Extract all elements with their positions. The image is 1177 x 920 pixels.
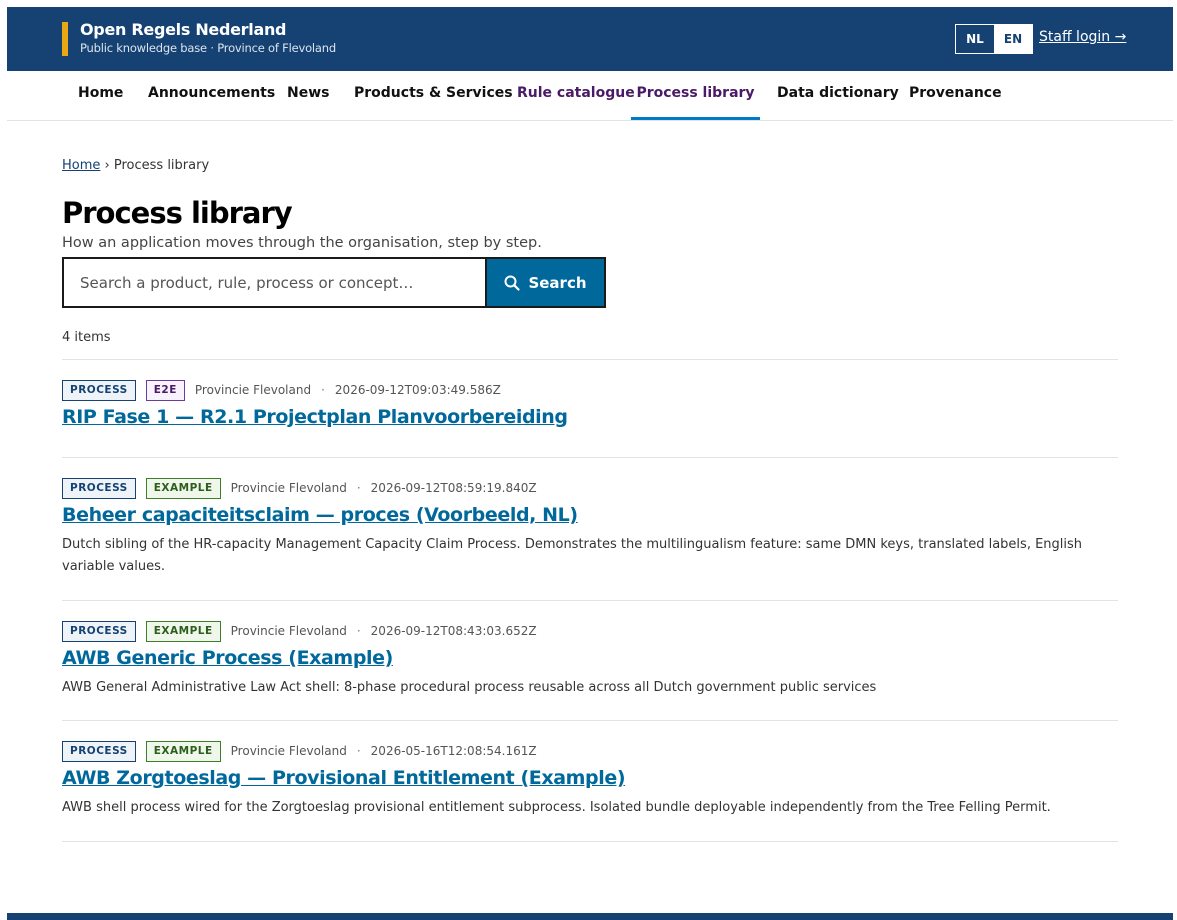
list-item: PROCESS EXAMPLE Provincie Flevoland · 20… <box>62 740 1118 819</box>
item-description: AWB General Administrative Law Act shell… <box>62 680 877 695</box>
nav-data-dictionary[interactable]: Data dictionary <box>777 71 899 120</box>
badge-example: EXAMPLE <box>145 477 221 499</box>
page-title: Process library <box>62 196 293 230</box>
divider <box>62 457 1118 458</box>
meta-separator: · <box>356 744 361 758</box>
search-form: Search <box>62 257 606 308</box>
list-item: PROCESS EXAMPLE Provincie Flevoland · 20… <box>62 620 1118 699</box>
search-icon <box>504 275 521 291</box>
site-subtitle: Public knowledge base · Province of Flev… <box>80 41 336 55</box>
item-org: Provincie Flevoland <box>194 383 312 397</box>
badge-process: PROCESS <box>62 379 136 401</box>
nav-home[interactable]: Home <box>78 71 123 120</box>
item-meta: PROCESS EXAMPLE Provincie Flevoland · 20… <box>62 740 1118 762</box>
divider <box>62 720 1118 721</box>
nav-news[interactable]: News <box>287 71 329 120</box>
item-title-link[interactable]: AWB Zorgtoeslag — Provisional Entitlemen… <box>62 767 1118 789</box>
nav-announcements[interactable]: Announcements <box>148 71 275 120</box>
item-title-link[interactable]: Beheer capaciteitsclaim — proces (Voorbe… <box>62 504 1118 526</box>
badge-example: EXAMPLE <box>145 740 221 762</box>
language-switcher: NL EN <box>955 24 1033 54</box>
list-item: PROCESS EXAMPLE Provincie Flevoland · 20… <box>62 477 1118 578</box>
page-lead: How an application moves through the org… <box>62 235 542 251</box>
nav-products-services[interactable]: Products & Services <box>354 71 513 120</box>
breadcrumb-separator: › <box>104 158 110 173</box>
item-meta: PROCESS EXAMPLE Provincie Flevoland · 20… <box>62 620 1118 642</box>
divider <box>62 359 1118 360</box>
lang-en-button[interactable]: EN <box>994 25 1032 53</box>
item-description: AWB shell process wired for the Zorgtoes… <box>62 800 1051 815</box>
divider <box>62 600 1118 601</box>
meta-separator: · <box>321 383 325 397</box>
badge-e2e: E2E <box>145 379 185 401</box>
badge-example: EXAMPLE <box>145 620 221 642</box>
lang-nl-button[interactable]: NL <box>956 25 994 53</box>
site-header: Open Regels Nederland Public knowledge b… <box>7 7 1173 71</box>
search-input[interactable] <box>62 257 485 308</box>
brand-accent-bar <box>62 22 68 56</box>
main-nav: Home Announcements News Products & Servi… <box>7 71 1173 121</box>
item-title-link[interactable]: RIP Fase 1 — R2.1 Projectplan Planvoorbe… <box>62 406 1118 428</box>
list-item: PROCESS E2E Provincie Flevoland · 2026-0… <box>62 379 1118 428</box>
search-button-label: Search <box>528 273 587 292</box>
result-count: 4 items <box>62 330 111 345</box>
item-meta: PROCESS EXAMPLE Provincie Flevoland · 20… <box>62 477 1118 499</box>
badge-process: PROCESS <box>62 740 136 762</box>
meta-separator: · <box>356 481 361 495</box>
item-org: Provincie Flevoland <box>230 744 347 758</box>
breadcrumb-current: Process library <box>113 158 210 173</box>
item-meta: PROCESS E2E Provincie Flevoland · 2026-0… <box>62 379 1118 401</box>
item-timestamp: 2026-09-12T08:43:03.652Z <box>370 624 537 638</box>
breadcrumb-home-link[interactable]: Home <box>62 158 100 173</box>
item-timestamp: 2026-05-16T12:08:54.161Z <box>370 744 537 758</box>
item-timestamp: 2026-09-12T08:59:19.840Z <box>370 481 537 495</box>
item-description: Dutch sibling of the HR-capacity Managem… <box>62 537 1083 574</box>
staff-login-link[interactable]: Staff login → <box>1039 29 1126 45</box>
badge-process: PROCESS <box>62 477 136 499</box>
site-title[interactable]: Open Regels Nederland <box>80 20 286 39</box>
nav-provenance[interactable]: Provenance <box>909 71 1002 120</box>
search-button[interactable]: Search <box>485 257 606 308</box>
divider <box>62 841 1118 842</box>
item-timestamp: 2026-09-12T09:03:49.586Z <box>334 383 501 397</box>
nav-rule-catalogue[interactable]: Rule catalogue <box>517 71 635 120</box>
item-org: Provincie Flevoland <box>230 481 347 495</box>
item-title-link[interactable]: AWB Generic Process (Example) <box>62 647 1118 669</box>
site-footer <box>7 913 1173 920</box>
item-org: Provincie Flevoland <box>230 624 347 638</box>
nav-process-library[interactable]: Process library <box>631 71 760 120</box>
breadcrumb: Home › Process library <box>62 158 209 173</box>
meta-separator: · <box>356 624 361 638</box>
badge-process: PROCESS <box>62 620 136 642</box>
